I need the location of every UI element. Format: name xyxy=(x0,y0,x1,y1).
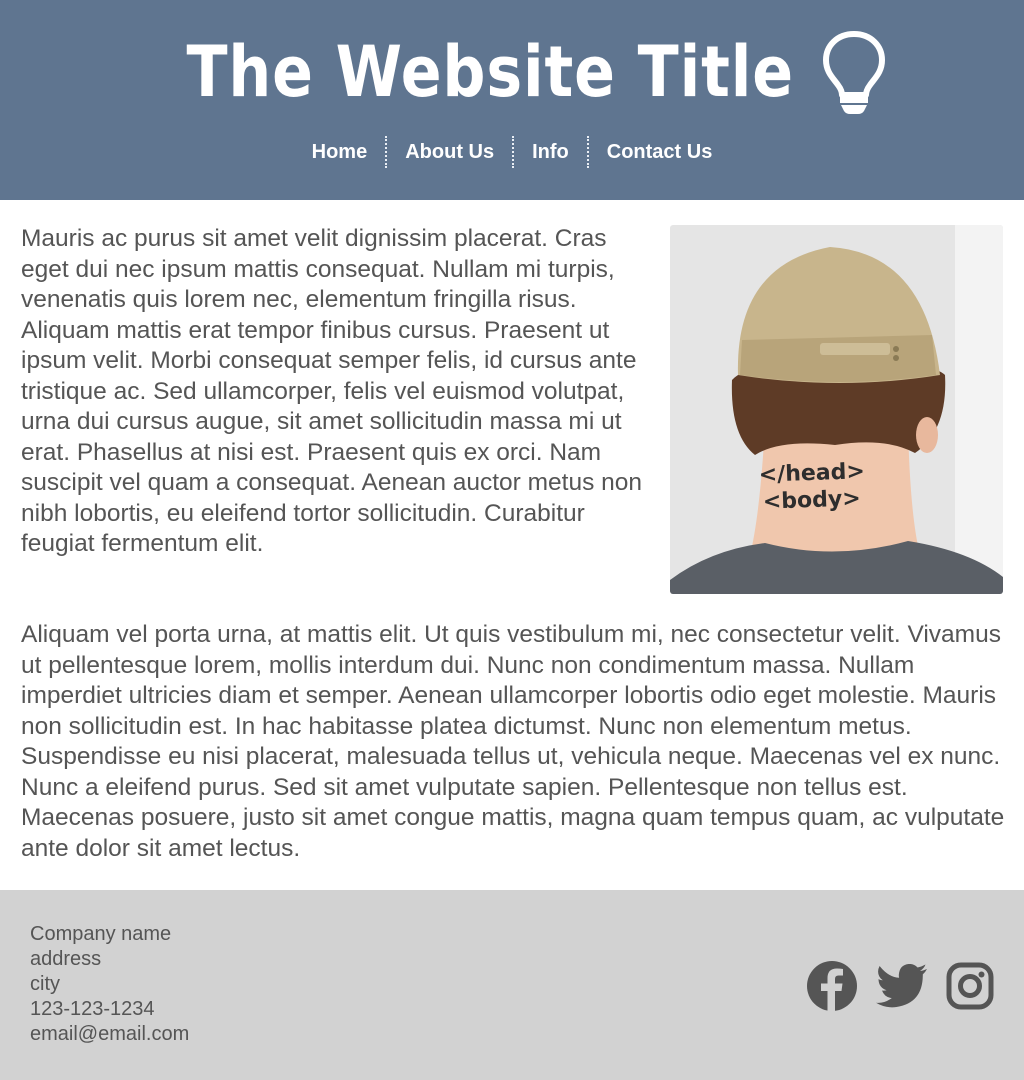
company-phone: 123-123-1234 xyxy=(30,998,155,1020)
intro-paragraph: Mauris ac purus sit amet velit dignissim… xyxy=(21,225,643,557)
company-email: email@email.com xyxy=(30,1023,190,1045)
lightbulb-icon xyxy=(823,31,886,114)
tattoo-text-body: <body> xyxy=(762,486,861,514)
body-paragraph: Aliquam vel porta urna, at mattis elit. … xyxy=(21,621,1005,862)
site-header: The Website Title Home About Us Info Con… xyxy=(0,0,1024,200)
tattoo-text-head: </head> xyxy=(758,459,865,488)
social-links xyxy=(788,960,994,1012)
twitter-link[interactable] xyxy=(876,964,928,1008)
main-content: </head> <body> Mauris ac purus sit amet … xyxy=(0,200,1024,890)
site-title: The Website Title xyxy=(186,31,794,113)
nav-contact-us-link[interactable]: Contact Us xyxy=(589,133,731,171)
main-nav: Home About Us Info Contact Us xyxy=(0,133,1024,171)
nav-info-link[interactable]: Info xyxy=(514,133,587,171)
title-row: The Website Title xyxy=(0,22,1024,122)
contact-info: Company name address city 123-123-1234 e… xyxy=(30,922,189,1047)
nav-about-us-link[interactable]: About Us xyxy=(387,133,512,171)
site-footer: Company name address city 123-123-1234 e… xyxy=(0,890,1024,1080)
instagram-link[interactable] xyxy=(946,962,994,1010)
company-name: Company name xyxy=(30,923,172,945)
company-city: city xyxy=(30,973,60,995)
twitter-icon xyxy=(876,964,927,1008)
company-address: address xyxy=(30,948,102,970)
facebook-icon xyxy=(807,961,857,1011)
nav-home-link[interactable]: Home xyxy=(294,133,386,171)
facebook-link[interactable] xyxy=(806,960,858,1012)
instagram-icon xyxy=(946,962,994,1010)
tattoo-photo: </head> <body> xyxy=(670,225,1003,594)
